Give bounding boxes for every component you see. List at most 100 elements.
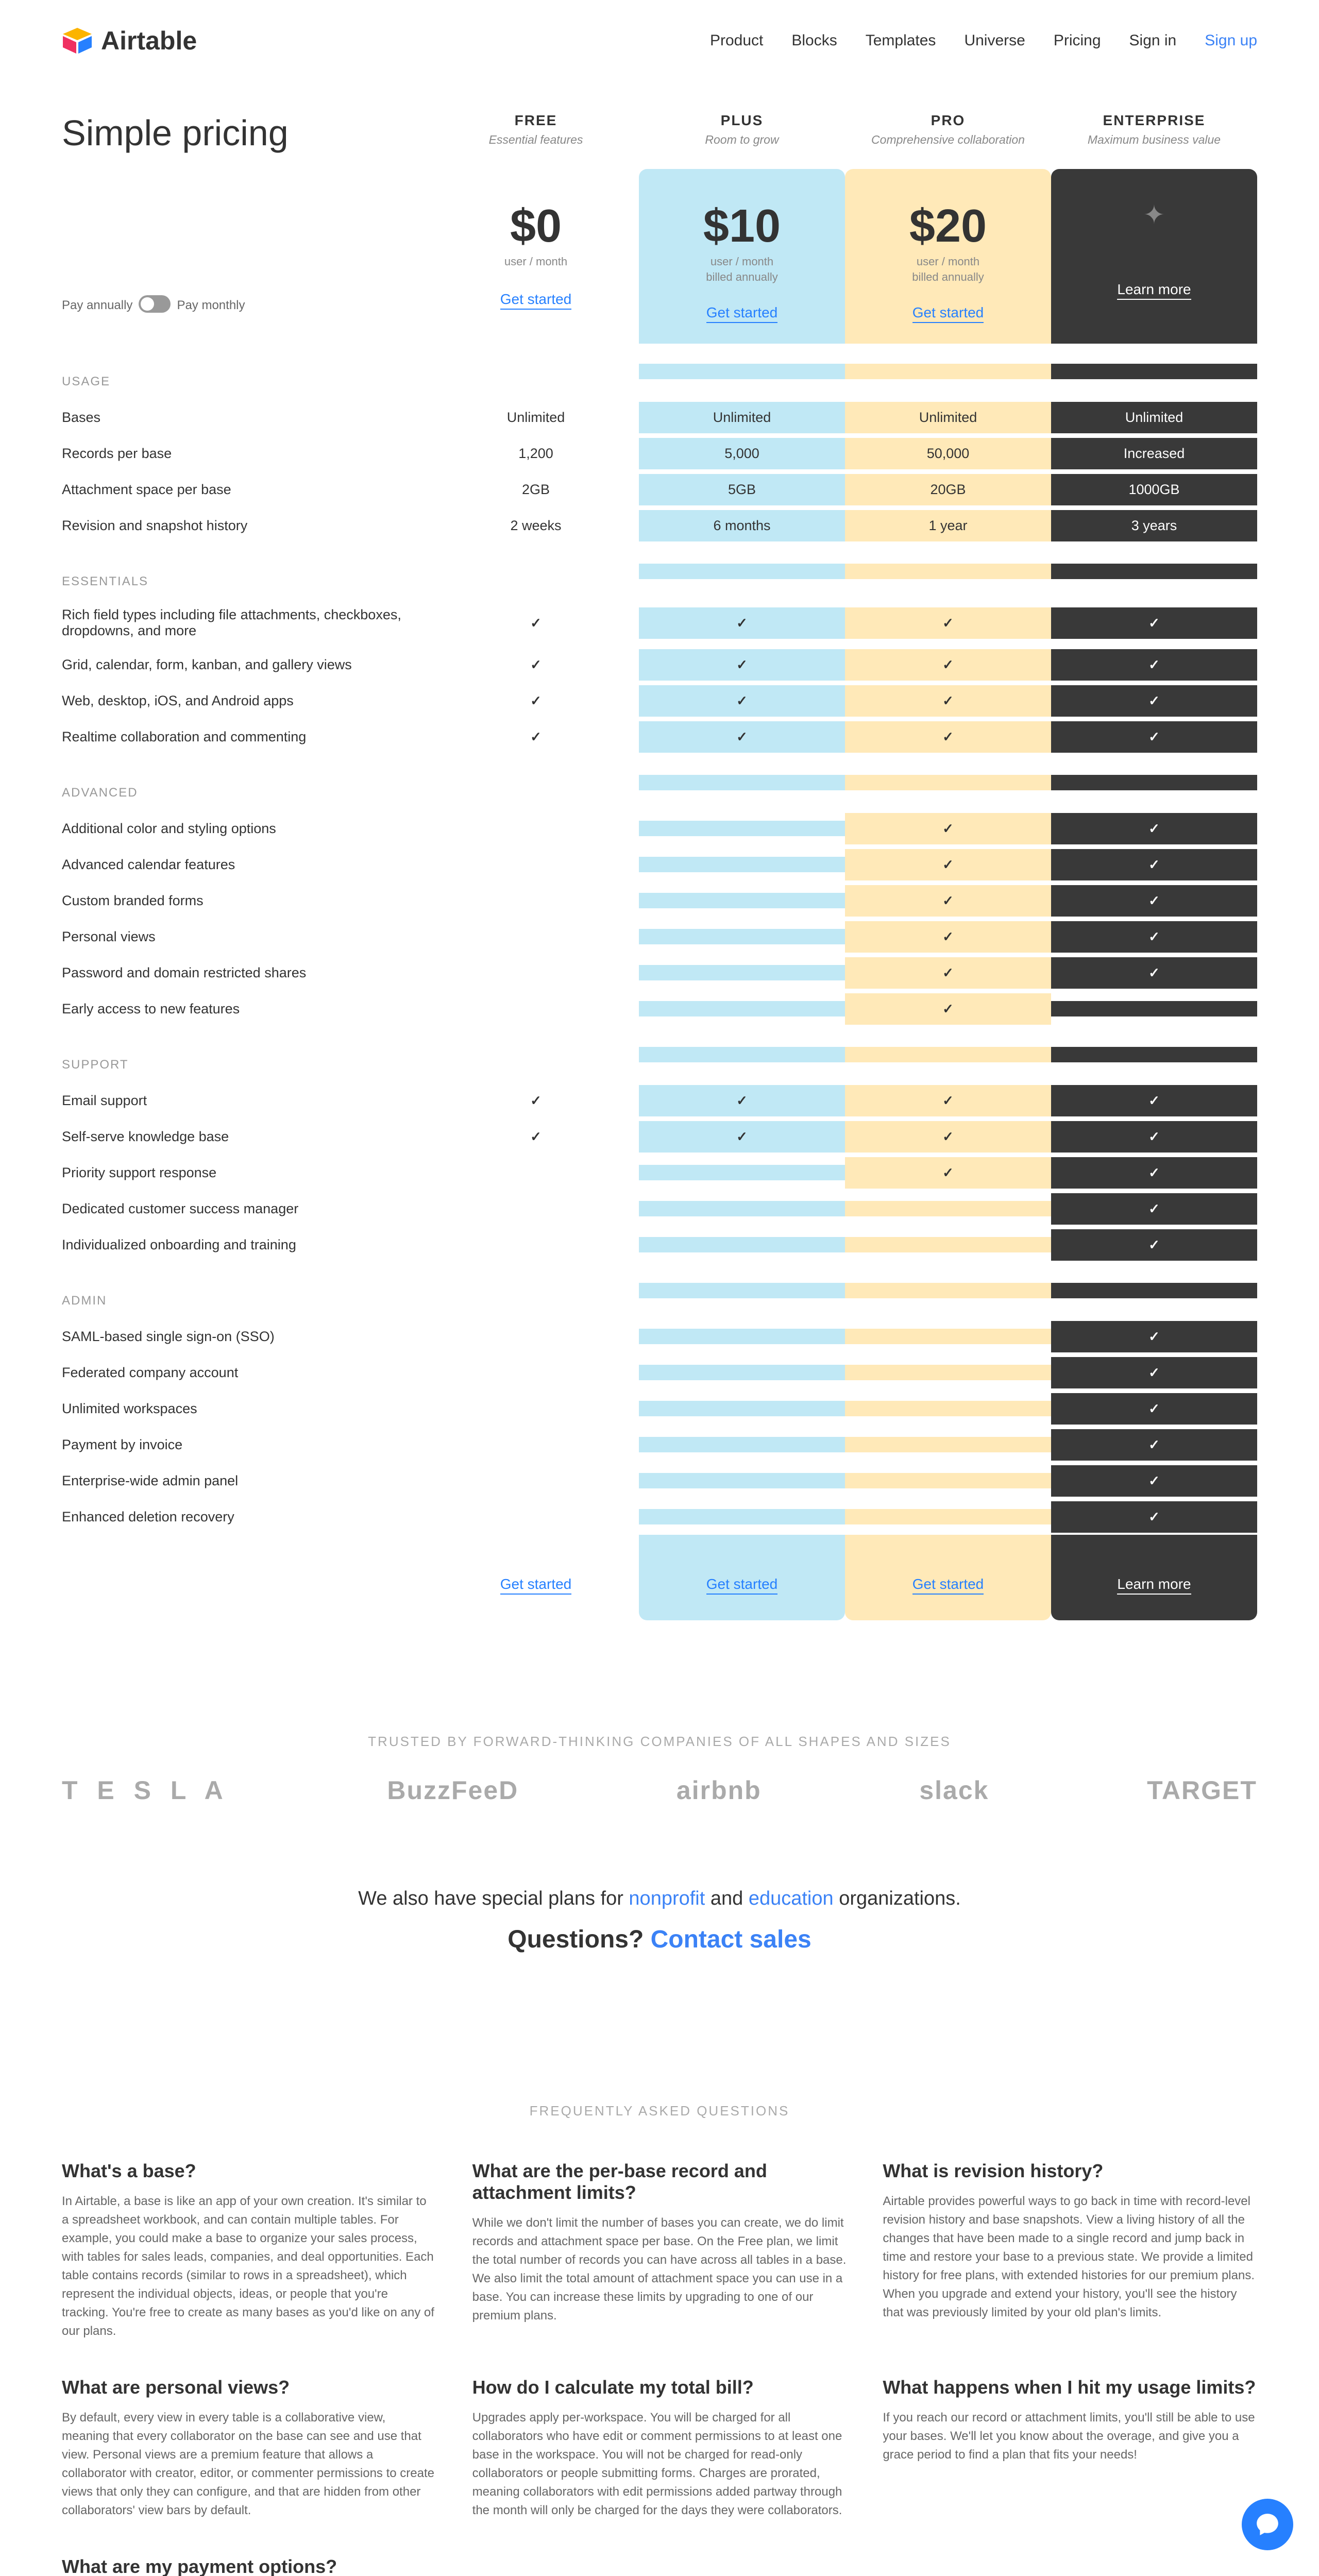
free-cta-bottom[interactable]: Get started — [500, 1576, 572, 1595]
nonprofit-link[interactable]: nonprofit — [629, 1888, 705, 1909]
billing-annual-label[interactable]: Pay annually — [62, 298, 132, 313]
plus-cta[interactable]: Get started — [706, 304, 778, 323]
feature-value — [639, 685, 845, 717]
section-support: SUPPORT — [62, 1027, 433, 1082]
feature-value — [1051, 649, 1257, 681]
logo-buzzfeed: BuzzFeeD — [387, 1775, 518, 1805]
billing-monthly-label[interactable]: Pay monthly — [177, 298, 245, 313]
feature-value — [1051, 1193, 1257, 1225]
feature-label: Individualized onboarding and training — [62, 1229, 433, 1261]
feature-row: Federated company account — [62, 1354, 1257, 1391]
feature-value — [1051, 1085, 1257, 1116]
feature-value — [433, 649, 639, 681]
pro-cta-bottom[interactable]: Get started — [912, 1576, 984, 1595]
special-text-c: organizations. — [834, 1888, 961, 1909]
feature-label: Attachment space per base — [62, 474, 433, 505]
feature-value — [433, 1473, 639, 1488]
feature-value — [845, 685, 1051, 717]
faq-question: What's a base? — [62, 2160, 436, 2182]
plan-pro-name: PRO — [860, 112, 1036, 129]
feature-value: Unlimited — [433, 402, 639, 433]
feature-value — [433, 685, 639, 717]
feature-row: Password and domain restricted shares — [62, 955, 1257, 991]
feature-value — [845, 921, 1051, 953]
pro-cta[interactable]: Get started — [912, 304, 984, 323]
feature-value — [1051, 1393, 1257, 1425]
nav-blocks[interactable]: Blocks — [791, 32, 837, 49]
plan-ent-name: ENTERPRISE — [1067, 112, 1242, 129]
feature-value — [433, 1509, 639, 1524]
feature-value — [433, 1329, 639, 1344]
feature-value — [1051, 813, 1257, 844]
feature-value — [639, 1001, 845, 1016]
feature-row: Email support — [62, 1082, 1257, 1118]
feature-value — [639, 1201, 845, 1216]
feature-label: Payment by invoice — [62, 1429, 433, 1461]
feature-value — [433, 721, 639, 753]
nav-templates[interactable]: Templates — [866, 32, 936, 49]
pricing-header: Simple pricing FREEEssential features PL… — [62, 102, 1257, 159]
education-link[interactable]: education — [749, 1888, 834, 1909]
feature-value — [845, 1085, 1051, 1116]
feature-value: 2 weeks — [433, 510, 639, 541]
ent-cta[interactable]: Learn more — [1117, 281, 1191, 300]
feature-value: Unlimited — [1051, 402, 1257, 433]
faq-question: What are my payment options? — [62, 2556, 436, 2576]
faq-item: What are personal views?By default, ever… — [62, 2377, 436, 2520]
billing-toggle[interactable] — [139, 295, 171, 313]
feature-value — [433, 1237, 639, 1252]
feature-label: Email support — [62, 1085, 433, 1116]
feature-row: Priority support response — [62, 1155, 1257, 1191]
feature-row: Early access to new features — [62, 991, 1257, 1027]
pro-billed: billed annually — [860, 270, 1036, 284]
airtable-logo-icon — [62, 28, 93, 54]
faq-item: What are the per-base record and attachm… — [472, 2160, 847, 2341]
ent-cta-bottom[interactable]: Learn more — [1117, 1576, 1191, 1595]
feature-row: Personal views — [62, 919, 1257, 955]
feature-value — [639, 1509, 845, 1524]
pro-unit: user / month — [860, 255, 1036, 268]
feature-label: Grid, calendar, form, kanban, and galler… — [62, 649, 433, 681]
contact-sales-link[interactable]: Contact sales — [651, 1926, 811, 1953]
nav-signin[interactable]: Sign in — [1129, 32, 1177, 49]
nav-pricing[interactable]: Pricing — [1054, 32, 1101, 49]
plus-billed: billed annually — [654, 270, 830, 284]
faq-answer: If you reach our record or attachment li… — [883, 2409, 1257, 2464]
feature-value — [639, 821, 845, 836]
feature-label: Advanced calendar features — [62, 849, 433, 880]
free-unit: user / month — [448, 255, 623, 268]
nav-product[interactable]: Product — [710, 32, 763, 49]
feature-value — [1051, 685, 1257, 717]
faq-answer: Airtable provides powerful ways to go ba… — [883, 2192, 1257, 2322]
feature-value: 1 year — [845, 510, 1051, 541]
pro-price: $20 — [860, 200, 1036, 253]
section-usage: USAGE — [62, 344, 433, 399]
faq-question: What are personal views? — [62, 2377, 436, 2398]
free-cta[interactable]: Get started — [500, 291, 572, 310]
feature-row: Web, desktop, iOS, and Android apps — [62, 683, 1257, 719]
feature-row: Enterprise-wide admin panel — [62, 1463, 1257, 1499]
feature-value — [845, 1329, 1051, 1344]
feature-value — [1051, 607, 1257, 639]
feature-row: Attachment space per base2GB5GB20GB1000G… — [62, 471, 1257, 507]
feature-value — [639, 893, 845, 908]
plan-plus-tagline: Room to grow — [654, 133, 830, 147]
brand-logo[interactable]: Airtable — [62, 26, 197, 56]
trusted-heading: TRUSTED BY FORWARD-THINKING COMPANIES OF… — [62, 1734, 1257, 1750]
faq-heading: FREQUENTLY ASKED QUESTIONS — [62, 2103, 1257, 2119]
plus-cta-bottom[interactable]: Get started — [706, 1576, 778, 1595]
feature-value — [639, 929, 845, 944]
chat-widget[interactable] — [1242, 2499, 1293, 2550]
feature-value — [639, 1121, 845, 1153]
feature-value — [433, 1401, 639, 1416]
feature-value — [639, 1365, 845, 1380]
feature-row: Additional color and styling options — [62, 810, 1257, 846]
feature-value — [639, 649, 845, 681]
feature-value — [433, 1365, 639, 1380]
feature-label: Federated company account — [62, 1357, 433, 1388]
logo-target: TARGET — [1147, 1775, 1257, 1805]
nav-universe[interactable]: Universe — [964, 32, 1025, 49]
nav-signup[interactable]: Sign up — [1205, 32, 1257, 49]
feature-row: Enhanced deletion recovery — [62, 1499, 1257, 1535]
feature-row: Custom branded forms — [62, 883, 1257, 919]
